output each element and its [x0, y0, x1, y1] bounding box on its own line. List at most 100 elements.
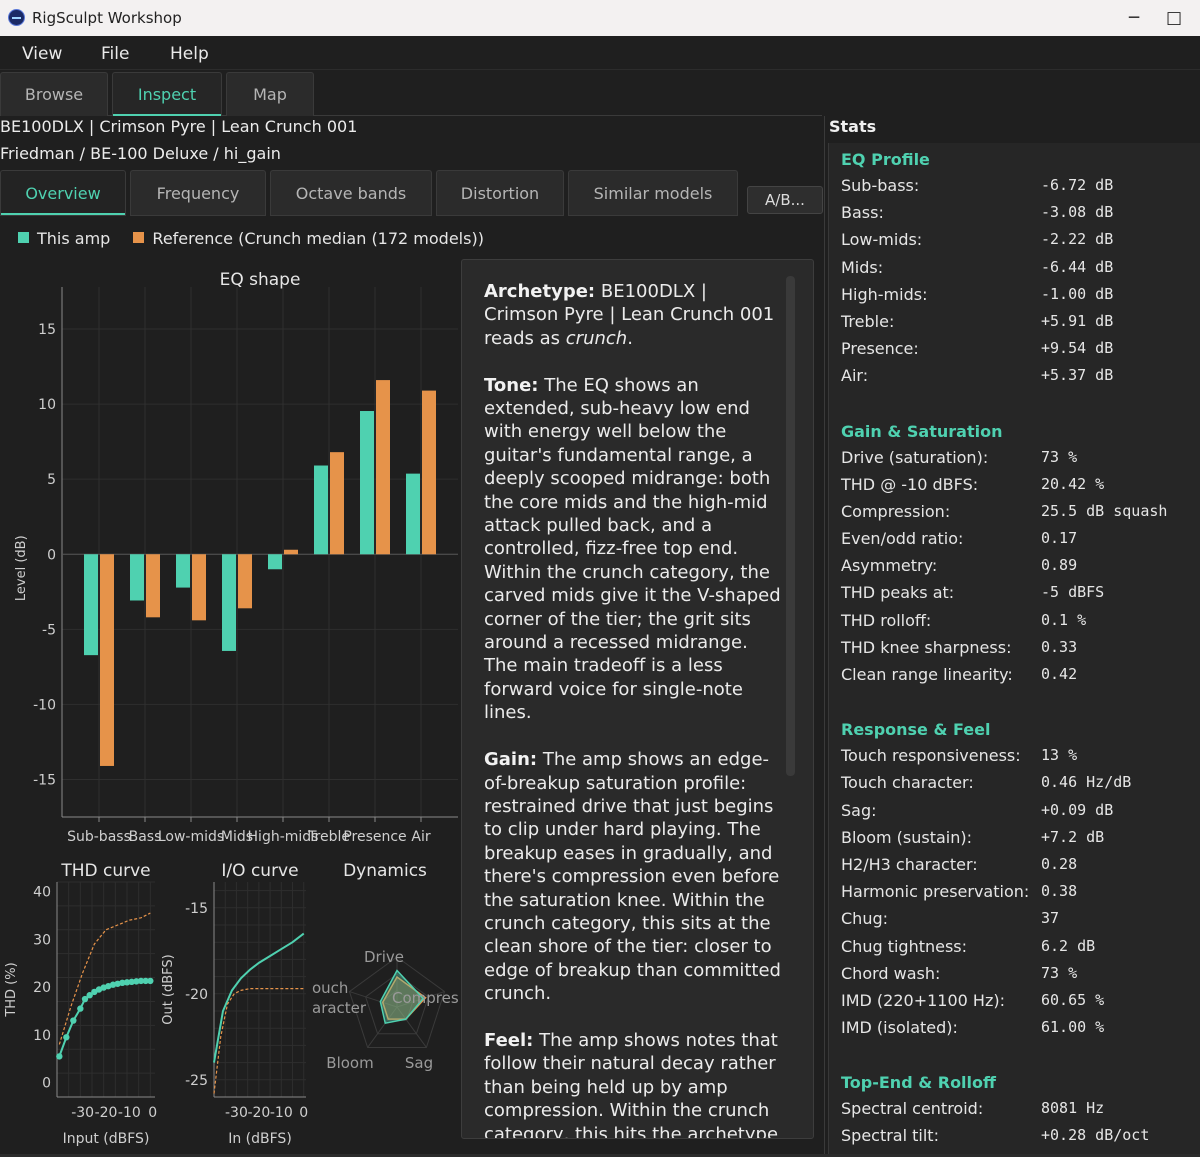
stats-value: 73 % — [1041, 963, 1078, 982]
menu-view[interactable]: View — [22, 44, 62, 64]
eq-bar-reference — [238, 554, 252, 609]
io-ytick-label: -20 — [185, 987, 208, 1003]
stats-label: Bass: — [841, 203, 884, 223]
eq-bar-reference — [376, 380, 390, 555]
stats-row: Chord wash: 73 % — [841, 964, 1191, 991]
ab-compare-button[interactable]: A/B... — [747, 186, 823, 214]
eq-bar-this-amp — [130, 554, 144, 601]
tab-browse[interactable]: Browse — [0, 72, 108, 116]
eq-chart-title: EQ shape — [220, 270, 301, 290]
io-xtick-label: 0 — [299, 1105, 308, 1121]
thd-xlabel: Input (dBFS) — [63, 1131, 150, 1147]
thd-ytick-label: 30 — [33, 932, 51, 948]
stats-row: Clean range linearity: 0.42 — [841, 665, 1191, 692]
stats-row: Sub-bass: -6.72 dB — [841, 176, 1191, 203]
gain-label: Gain: — [484, 749, 538, 771]
eq-bar-reference — [422, 390, 436, 555]
eq-bar-this-amp — [222, 554, 236, 651]
stats-value: 60.65 % — [1041, 990, 1105, 1009]
stats-label: Touch responsiveness: — [841, 746, 1021, 766]
stats-label: Bloom (sustain): — [841, 827, 973, 847]
archetype-end: . — [627, 327, 633, 349]
tab-distortion[interactable]: Distortion — [436, 170, 564, 216]
stats-label: Mids: — [841, 257, 884, 277]
maximize-button[interactable]: □ — [1160, 4, 1188, 32]
stats-value: +0.09 dB — [1041, 800, 1114, 819]
stats-value: -6.72 dB — [1041, 176, 1114, 194]
eq-bar-reference — [192, 554, 206, 621]
tab-similar-models[interactable]: Similar models — [568, 170, 738, 216]
stats-value: 73 % — [1041, 447, 1078, 466]
stats-label: H2/H3 character: — [841, 854, 978, 874]
io-ylabel: Out (dBFS) — [161, 954, 176, 1025]
stats-value: +5.37 dB — [1041, 366, 1114, 385]
panel-divider[interactable] — [824, 116, 825, 1157]
stats-row: THD rolloff: 0.1 % — [841, 611, 1191, 638]
stats-row: IMD (isolated): 61.00 % — [841, 1018, 1191, 1045]
legend-label-reference: Reference (Crunch median (172 models)) — [152, 229, 484, 248]
stats-value: 0.38 — [1041, 882, 1078, 901]
stats-row: THD @ -10 dBFS: 20.42 % — [841, 475, 1191, 502]
stats-row: High-mids: -1.00 dB — [841, 285, 1191, 312]
minimize-button[interactable]: ─ — [1120, 4, 1148, 32]
thd-point — [147, 977, 154, 985]
eq-bar-reference — [330, 452, 344, 555]
charts-area: EQ shape 15 10 5 0 -5 -10 -15 Sub-bassBassLow-mi… — [4, 270, 459, 1147]
stats-value: 13 % — [1041, 746, 1078, 765]
model-path: Friedman / BE-100 Deluxe / hi_gain — [0, 144, 281, 163]
io-ytick-label: -15 — [185, 901, 208, 917]
stats-value: 0.17 — [1041, 529, 1078, 548]
stats-row: Spectral tilt: +0.28 dB/oct — [841, 1126, 1191, 1153]
eq-ytick-label: -15 — [33, 772, 56, 788]
stats-label: Harmonic preservation: — [841, 882, 1030, 902]
stats-label: Compression: — [841, 501, 951, 521]
menu-file[interactable]: File — [101, 44, 129, 64]
eq-xtick-label: Presence — [343, 829, 406, 845]
tab-overview[interactable]: Overview — [0, 170, 126, 216]
eq-bar-this-amp — [360, 411, 374, 555]
stats-row: Presence: +9.54 dB — [841, 339, 1191, 366]
stats-row: Mids: -6.44 dB — [841, 258, 1191, 285]
stats-label: THD rolloff: — [841, 610, 932, 630]
stats-label: Chug: — [841, 909, 888, 929]
thd-xtick-label: -20 — [95, 1105, 118, 1121]
tab-octave-bands[interactable]: Octave bands — [270, 170, 432, 216]
stats-value: +7.2 dB — [1041, 827, 1105, 846]
tab-map[interactable]: Map — [226, 72, 314, 116]
stats-section-title: Gain & Saturation — [841, 421, 1003, 441]
dynamics-title: Dynamics — [343, 861, 427, 881]
summary-scrollbar[interactable] — [786, 276, 795, 776]
menu-bar: View File Help — [0, 36, 1200, 70]
stats-row: Sag: +0.09 dB — [841, 801, 1191, 828]
menu-help[interactable]: Help — [170, 44, 209, 64]
eq-ytick-label: -5 — [42, 622, 56, 638]
window-title: RigSculpt Workshop — [32, 9, 182, 27]
stats-row: H2/H3 character: 0.28 — [841, 855, 1191, 882]
dynamics-axis-label: Compres — [392, 989, 459, 1007]
gain-text: The amp shows an edge-of-breakup saturat… — [484, 749, 781, 1005]
summary-panel[interactable]: Archetype: BE100DLX | Crimson Pyre | Lea… — [461, 259, 814, 1139]
eq-bar-this-amp — [268, 554, 282, 570]
stats-row: Touch character: 0.46 Hz/dB — [841, 773, 1191, 800]
eq-ytick-label: 15 — [38, 322, 56, 338]
stats-row: Harmonic preservation: 0.38 — [841, 882, 1191, 909]
stats-panel[interactable]: EQ Profile Sub-bass: -6.72 dB Bass: -3.08 dB… — [828, 143, 1200, 1157]
stats-value: +0.28 dB/oct — [1041, 1126, 1150, 1145]
stats-value: 0.1 % — [1041, 610, 1087, 629]
tab-inspect[interactable]: Inspect — [112, 72, 222, 116]
stats-section-title: Top-End & Rolloff — [841, 1073, 996, 1093]
stats-value: -3.08 dB — [1041, 203, 1114, 222]
eq-bar-reference — [100, 554, 114, 766]
stats-row: Even/odd ratio: 0.17 — [841, 529, 1191, 556]
stats-value: -6.44 dB — [1041, 257, 1114, 276]
archetype-label: Archetype: — [484, 281, 596, 302]
dynamics-axis-label: Drive — [364, 948, 404, 966]
io-xlabel: In (dBFS) — [228, 1131, 292, 1147]
model-title: BE100DLX | Crimson Pyre | Lean Crunch 00… — [0, 117, 358, 136]
eq-ytick-label: 10 — [38, 397, 56, 413]
tab-frequency[interactable]: Frequency — [130, 170, 266, 216]
stats-row: Touch responsiveness: 13 % — [841, 746, 1191, 773]
summary-gain: Gain: The amp shows an edge-of-breakup s… — [484, 748, 782, 1005]
sub-tabs: Overview Frequency Octave bands Distorti… — [0, 170, 822, 216]
eq-xtick-label: Air — [411, 829, 430, 845]
